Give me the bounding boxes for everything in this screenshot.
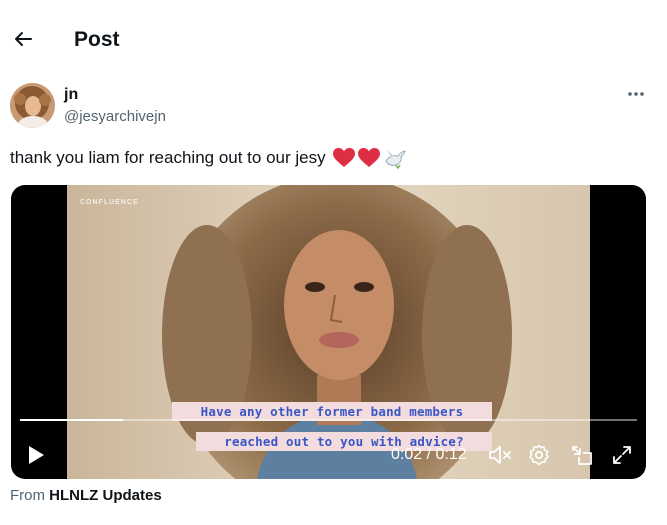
source-prefix: From: [10, 487, 45, 504]
post-source: From HLNLZ Updates: [10, 486, 162, 506]
tweet-text-row: thank you liam for reaching out to our j…: [10, 146, 407, 170]
red-heart-icon: [357, 148, 380, 168]
avatar[interactable]: [10, 83, 55, 128]
pip-icon: [572, 446, 592, 465]
post-header: Post: [0, 0, 667, 78]
video-time: 0:02 / 0:12: [391, 446, 467, 463]
picture-in-picture-button[interactable]: [569, 442, 595, 468]
page-title: Post: [74, 28, 120, 51]
video-progress-bar[interactable]: [20, 419, 637, 421]
fullscreen-button[interactable]: [609, 442, 635, 468]
fullscreen-icon: [613, 446, 631, 464]
author-display-name[interactable]: jn: [64, 85, 78, 105]
tweet-text: thank you liam for reaching out to our j…: [10, 148, 326, 167]
muted-volume-icon: [489, 446, 511, 464]
mute-button[interactable]: [487, 442, 513, 468]
video-progress-fill: [20, 419, 124, 421]
video-player[interactable]: CONFLUENCE Have any other former band me…: [11, 185, 646, 479]
author-handle[interactable]: @jesyarchivejn: [64, 107, 166, 127]
play-icon: [29, 446, 44, 464]
arrow-left-icon: [15, 32, 32, 46]
red-heart-icon: [332, 148, 355, 168]
source-name-link[interactable]: HLNLZ Updates: [49, 487, 162, 504]
play-button[interactable]: [23, 442, 49, 468]
more-options-button[interactable]: [622, 84, 650, 104]
back-button[interactable]: [6, 22, 40, 56]
dove-icon: [383, 147, 407, 169]
settings-icon: [529, 444, 549, 466]
video-watermark: CONFLUENCE: [80, 199, 139, 206]
settings-button[interactable]: [526, 442, 552, 468]
more-horizontal-icon: [628, 92, 644, 96]
